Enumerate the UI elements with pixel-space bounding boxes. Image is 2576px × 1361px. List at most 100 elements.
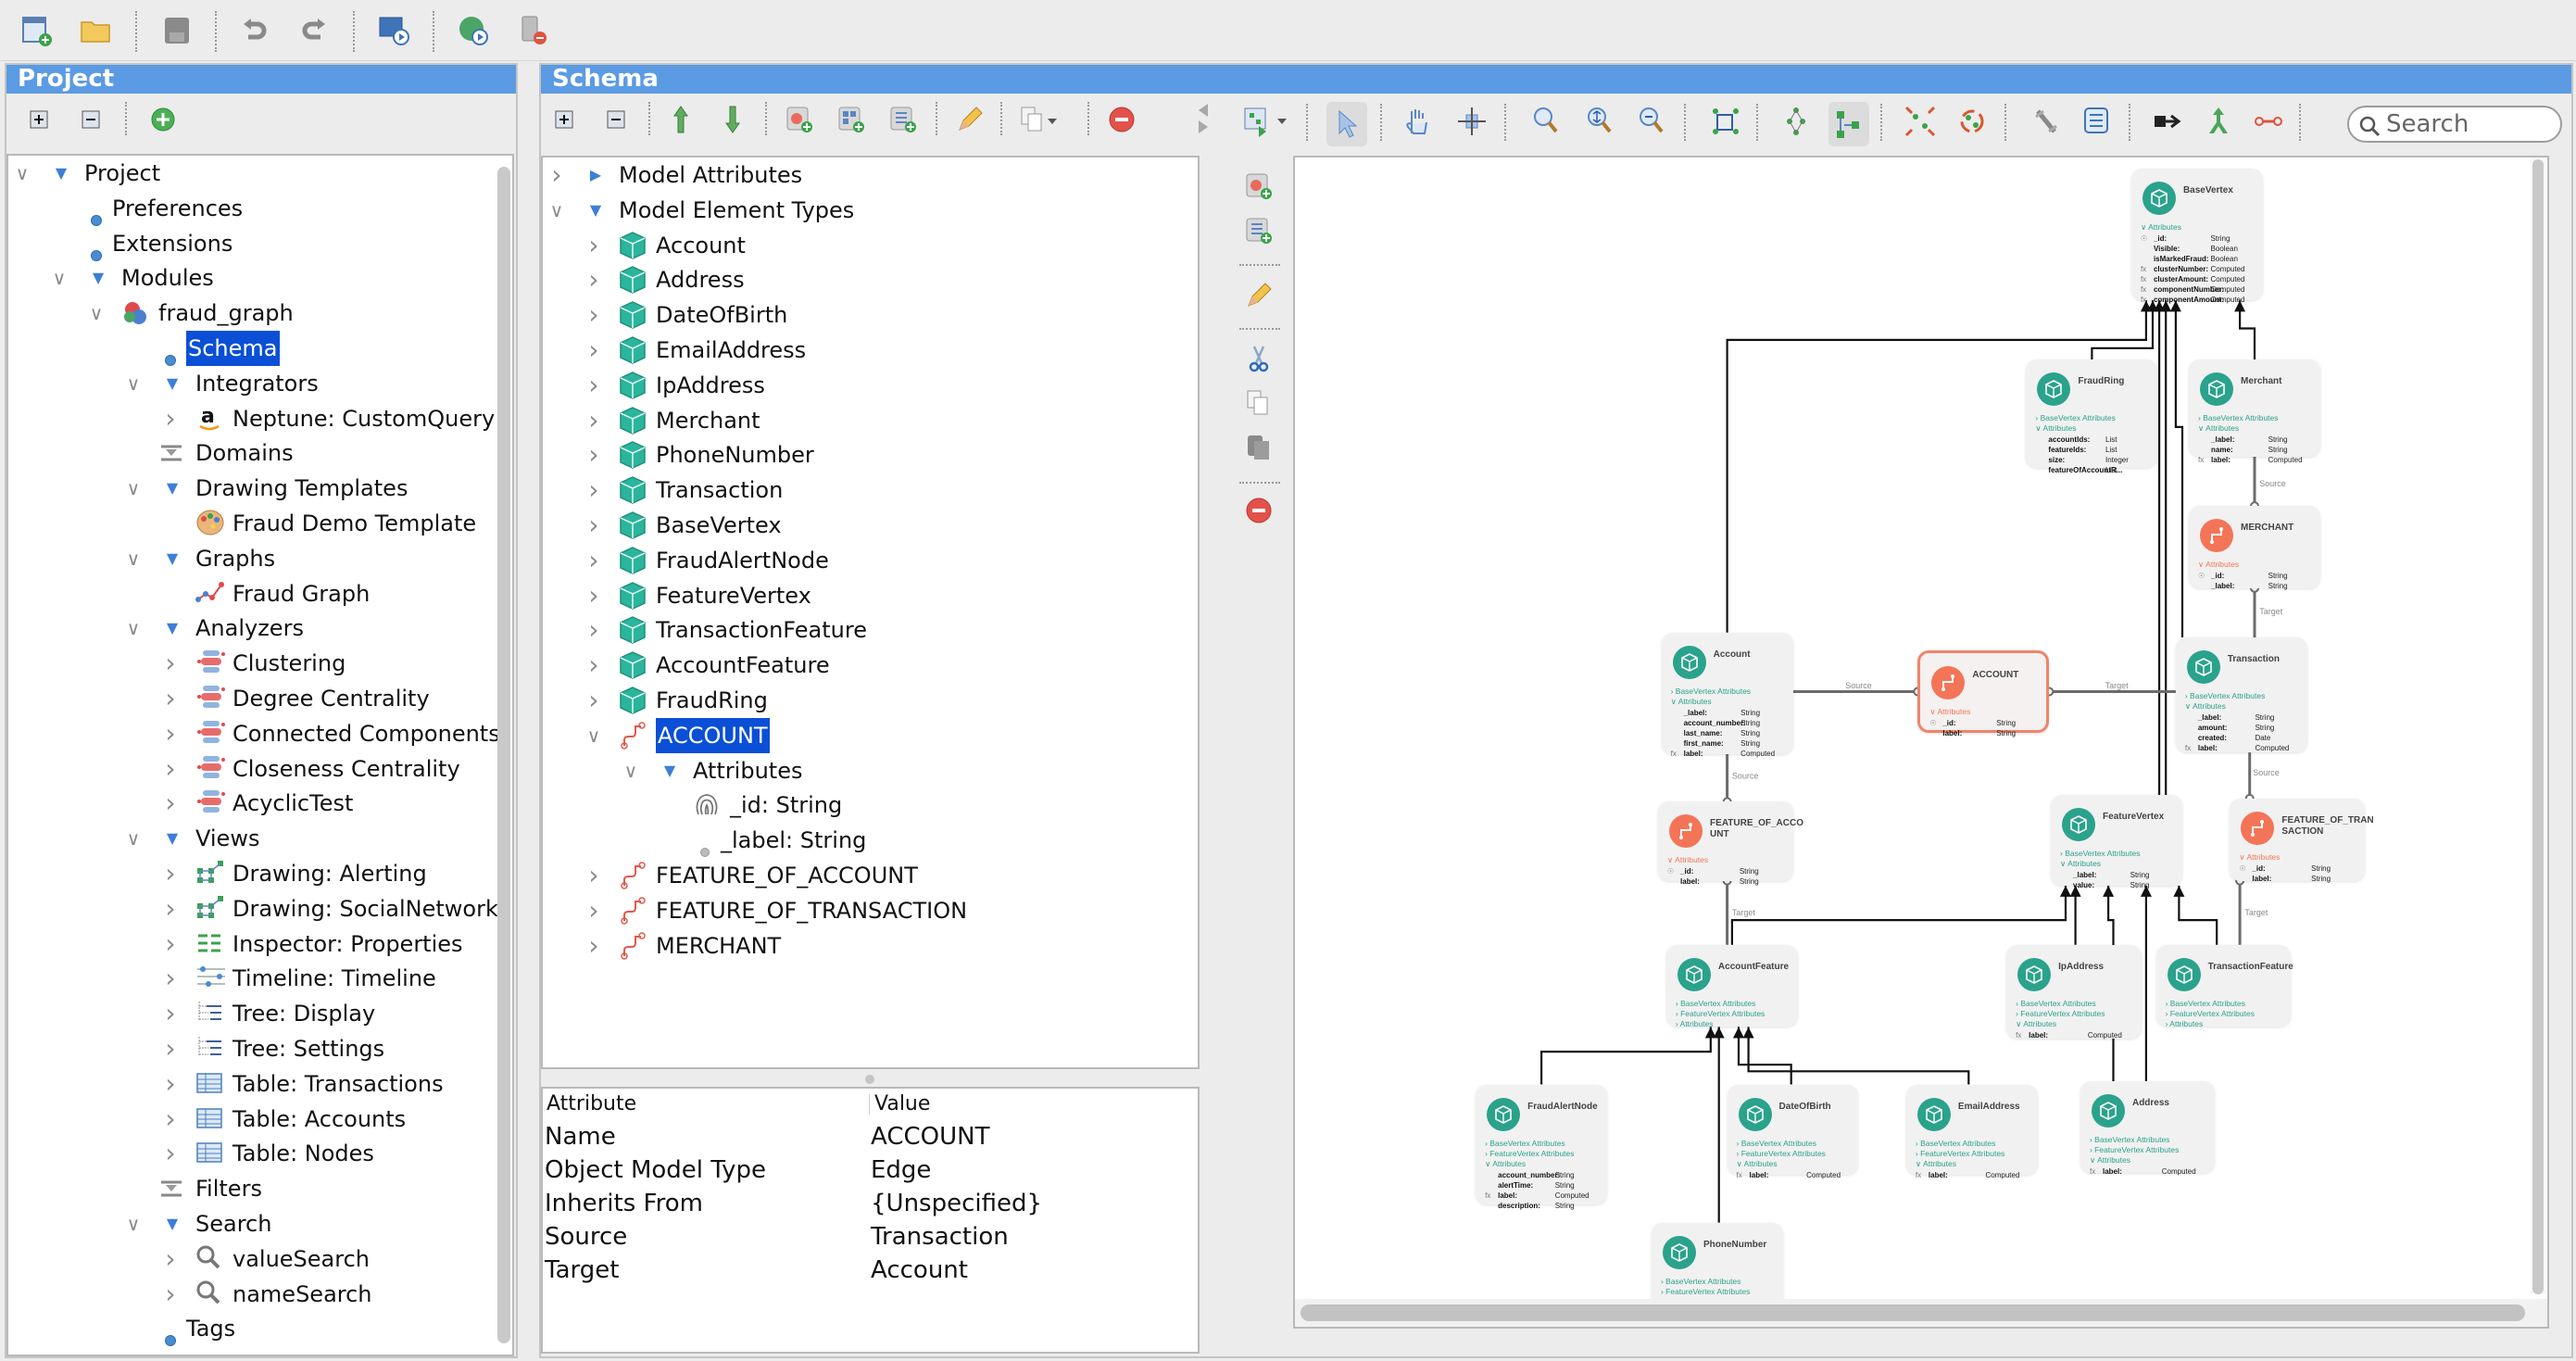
- node-section-attributes[interactable]: ∨ Attributes: [2141, 222, 2181, 233]
- node-section-base[interactable]: › BaseVertex Attributes: [1737, 1139, 1816, 1148]
- tree-item[interactable]: › Closeness Centrality: [8, 751, 512, 787]
- tree-item[interactable]: › Tree: Settings: [8, 1031, 512, 1066]
- chevron-down-icon[interactable]: ∨: [125, 611, 142, 646]
- project-tree-scrollbar[interactable]: [497, 167, 510, 1343]
- node-section-attributes[interactable]: ∨ Attributes: [2198, 423, 2239, 434]
- chevron-right-icon[interactable]: ›: [585, 928, 602, 964]
- node-section-attributes[interactable]: ∨ Attributes: [2185, 701, 2226, 712]
- chevron-right-icon[interactable]: ›: [585, 333, 602, 368]
- paste-button[interactable]: [1239, 428, 1278, 467]
- chevron-right-icon[interactable]: ›: [585, 612, 602, 648]
- tree-item[interactable]: ∨ ▼ Model Element Types: [543, 193, 1198, 228]
- chevron-right-icon[interactable]: ›: [162, 1066, 179, 1102]
- tree-item[interactable]: › ▶ Model Attributes: [543, 158, 1198, 193]
- node-section-base[interactable]: › BaseVertex Attributes: [1676, 999, 1755, 1008]
- node-section-feature[interactable]: › FeatureVertex Attributes: [1485, 1149, 1574, 1158]
- chevron-right-icon[interactable]: ›: [585, 262, 602, 297]
- tree-item[interactable]: Domains: [8, 435, 512, 471]
- vertex-type-node-account[interactable]: Account › BaseVertex Attributes ∨ Attribut…: [1661, 632, 1793, 758]
- collapse-all-button[interactable]: [71, 100, 110, 139]
- tree-item[interactable]: _label: String: [543, 823, 1198, 858]
- pan-tool-button[interactable]: [1399, 102, 1438, 141]
- copy-side-button[interactable]: [1239, 384, 1278, 422]
- vertex-type-node-transaction[interactable]: Transaction › BaseVertex Attributes ∨ Attr…: [2175, 637, 2307, 753]
- open-button[interactable]: [76, 11, 115, 50]
- move-down-button[interactable]: [713, 100, 752, 139]
- tree-item[interactable]: › TransactionFeature: [543, 612, 1198, 648]
- node-section-feature[interactable]: › FeatureVertex Attributes: [2090, 1145, 2179, 1154]
- tree-item[interactable]: › Connected Components: [8, 716, 512, 751]
- diagram-search-input[interactable]: Search: [2347, 106, 2562, 143]
- edit-side-button[interactable]: [1239, 276, 1278, 315]
- tree-item[interactable]: ∨ ▼ Project: [8, 156, 512, 191]
- edge-type-node-account[interactable]: ACCOUNT ∨ Attributes ☉ _id: String label: Stri…: [1917, 650, 2050, 737]
- chevron-down-icon[interactable]: ∨: [125, 366, 142, 401]
- chevron-down-icon[interactable]: ∨: [51, 260, 68, 296]
- node-section-feature[interactable]: › FeatureVertex Attributes: [2016, 1009, 2105, 1018]
- node-section-base[interactable]: › BaseVertex Attributes: [2035, 413, 2115, 422]
- chevron-right-icon[interactable]: ›: [585, 543, 602, 578]
- edge-type-node-feature-of-account[interactable]: FEATURE_OF_ACCO UNT ∨ Attributes ☉ _id: Stri…: [1658, 801, 1803, 886]
- tree-item[interactable]: › FraudAlertNode: [543, 543, 1198, 578]
- chevron-right-icon[interactable]: ›: [162, 681, 179, 716]
- property-row[interactable]: Name ACCOUNT: [543, 1120, 1191, 1153]
- tree-item[interactable]: Tags: [8, 1311, 512, 1347]
- node-section-attributes[interactable]: ∨ Attributes: [2016, 1019, 2056, 1029]
- tree-item[interactable]: › FEATURE_OF_TRANSACTION: [543, 893, 1198, 928]
- expand-layout-button[interactable]: [1901, 102, 1940, 141]
- add-attribute-side-button[interactable]: [1239, 211, 1278, 250]
- chevron-down-icon[interactable]: ∨: [125, 471, 142, 506]
- chevron-right-icon[interactable]: ›: [585, 297, 602, 333]
- tree-item[interactable]: › Table: Accounts: [8, 1102, 512, 1137]
- vertex-type-node-transactionfeature[interactable]: TransactionFeature › BaseVertex Attribute…: [2155, 944, 2293, 1028]
- chevron-down-icon[interactable]: ∨: [548, 193, 565, 228]
- chevron-down-icon[interactable]: ∨: [88, 296, 105, 331]
- node-section-base[interactable]: › BaseVertex Attributes: [1485, 1139, 1564, 1148]
- chevron-right-icon[interactable]: ›: [162, 1031, 179, 1066]
- tree-item[interactable]: › Table: Nodes: [8, 1136, 512, 1171]
- chevron-right-icon[interactable]: ›: [585, 893, 602, 928]
- chevron-right-icon[interactable]: ›: [162, 926, 179, 962]
- vertex-type-node-dateofbirth[interactable]: DateOfBirth › BaseVertex Attributes › Feat…: [1727, 1084, 1859, 1179]
- tree-item[interactable]: ∨ ▼ Views: [8, 821, 512, 856]
- tree-item[interactable]: Filters: [8, 1171, 512, 1206]
- edge-direction-button[interactable]: [2149, 102, 2188, 141]
- tree-item[interactable]: ∨ ▼ Modules: [8, 260, 512, 296]
- node-section-attributes[interactable]: ∨ Attributes: [1929, 707, 1970, 717]
- node-section-attributes[interactable]: › Attributes: [1676, 1019, 1714, 1028]
- tree-item[interactable]: › EmailAddress: [543, 333, 1198, 368]
- edit-button[interactable]: [950, 100, 989, 139]
- vertex-type-node-featurevertex[interactable]: FeatureVertex › BaseVertex Attributes ∨ At…: [2051, 795, 2182, 889]
- zoom-out-button[interactable]: [1632, 102, 1671, 141]
- chevron-right-icon[interactable]: ›: [162, 856, 179, 891]
- tree-item[interactable]: › FraudRing: [543, 683, 1198, 718]
- merge-button[interactable]: [2199, 102, 2238, 141]
- expand-all-button[interactable]: [545, 100, 584, 139]
- edge-style-button[interactable]: [2249, 102, 2288, 141]
- chevron-right-icon[interactable]: ›: [162, 646, 179, 681]
- project-tree[interactable]: ∨ ▼ Project Preferences Extensions ∨ ▼ Modules ∨…: [6, 154, 514, 1356]
- tree-item[interactable]: ∨ ▼ Integrators: [8, 366, 512, 401]
- diagram-v-scrollbar[interactable]: [2532, 159, 2544, 1294]
- node-section-attributes[interactable]: ∨ Attributes: [1667, 855, 1708, 865]
- add-vertex-type-button[interactable]: [780, 100, 819, 139]
- chevron-down-icon[interactable]: ∨: [125, 541, 142, 576]
- tree-item[interactable]: Fraud Graph: [8, 576, 512, 611]
- tree-item[interactable]: › Tree: Display: [8, 996, 512, 1031]
- chevron-right-icon[interactable]: ›: [585, 368, 602, 403]
- tree-item[interactable]: › Table: Transactions: [8, 1066, 512, 1102]
- vertex-type-node-fraudring[interactable]: FraudRing › BaseVertex Attributes ∨ Attrib…: [2026, 359, 2158, 474]
- chevron-right-icon[interactable]: ›: [548, 158, 565, 193]
- vertex-type-node-merchant[interactable]: Merchant › BaseVertex Attributes ∨ Attribu…: [2189, 359, 2320, 464]
- tree-item[interactable]: › nameSearch: [8, 1277, 512, 1312]
- tree-item[interactable]: › IpAddress: [543, 368, 1198, 403]
- node-section-feature[interactable]: › FeatureVertex Attributes: [1661, 1287, 1750, 1296]
- delete-side-button[interactable]: [1239, 491, 1278, 530]
- properties-view-button[interactable]: [2077, 102, 2116, 141]
- undo-button[interactable]: [235, 11, 274, 50]
- chevron-right-icon[interactable]: ›: [585, 578, 602, 613]
- node-section-attributes[interactable]: ∨ Attributes: [2090, 1155, 2130, 1166]
- property-row[interactable]: Object Model Type Edge: [543, 1153, 1191, 1187]
- cut-button[interactable]: [1239, 339, 1278, 378]
- layout-dropdown-button[interactable]: [1239, 102, 1295, 141]
